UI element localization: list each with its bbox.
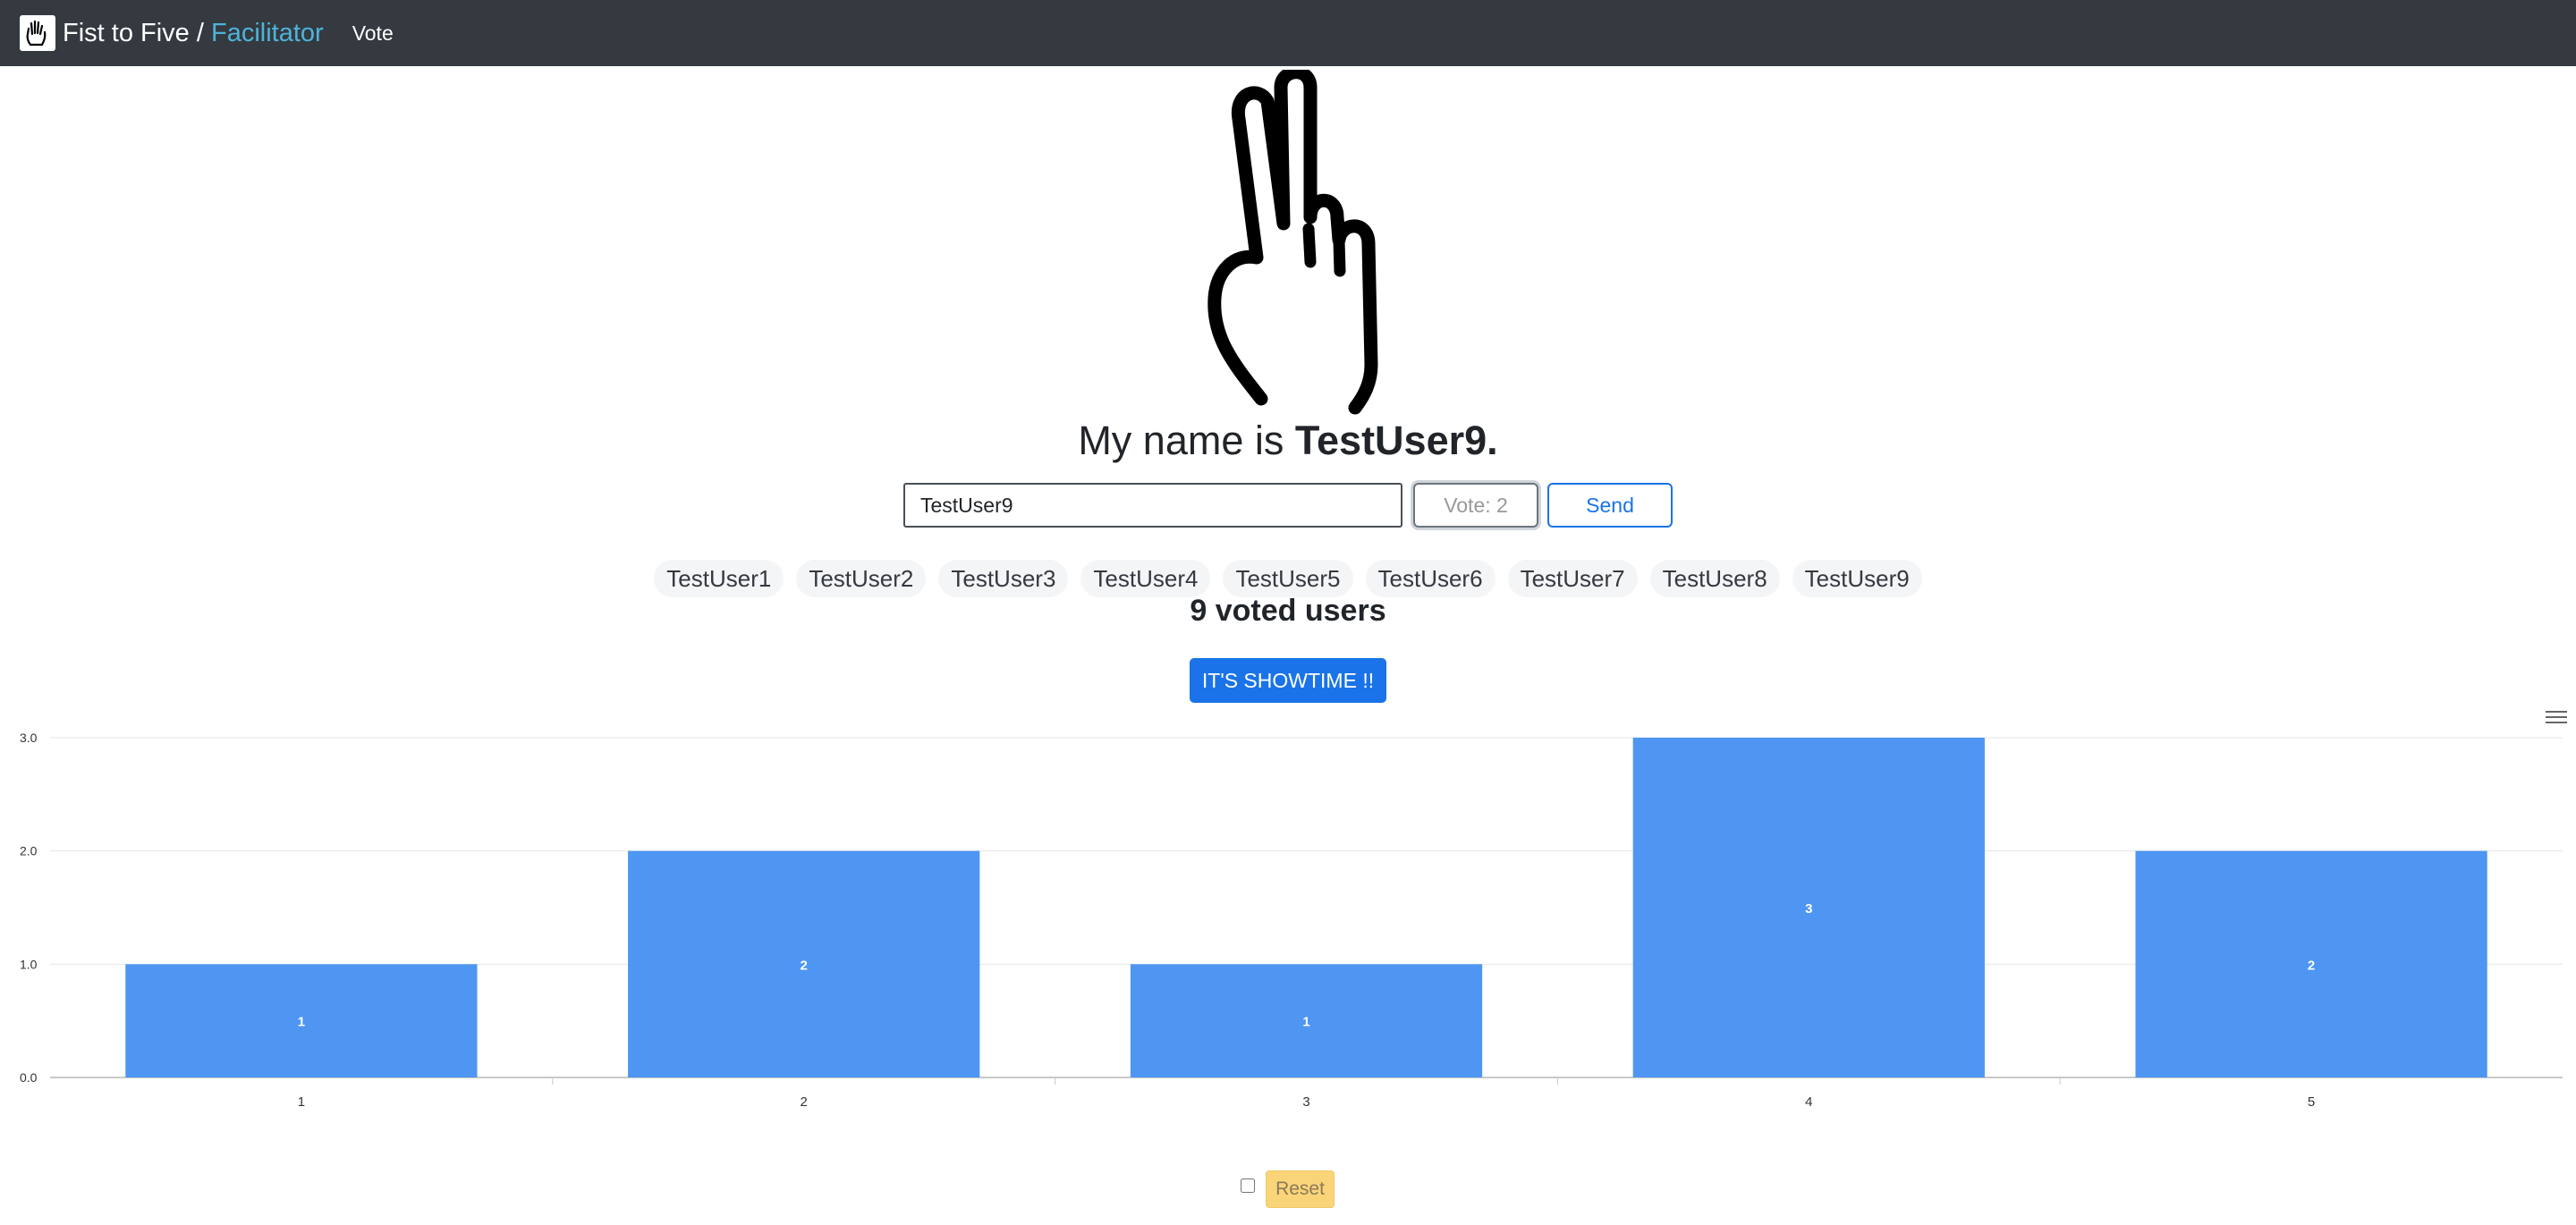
- bar-data-label: 3: [1805, 901, 1812, 917]
- voted-count: 9 voted users: [1190, 594, 1386, 628]
- x-tick-label: 1: [298, 1094, 305, 1110]
- send-button[interactable]: Send: [1547, 483, 1673, 528]
- name-input[interactable]: [903, 483, 1402, 528]
- voted-users-list: TestUser1 TestUser2 TestUser3 TestUser4 …: [0, 560, 2576, 597]
- bar-data-label: 2: [2308, 958, 2315, 973]
- y-tick-label: 3.0: [20, 731, 38, 745]
- vote-bar-chart: 0.0 1.0 2.0 3.0 1 1 2 2 1 3 3 4 2 5: [20, 731, 2563, 1110]
- x-tick-label: 2: [801, 1094, 808, 1110]
- title-prefix: My name is: [1078, 418, 1295, 463]
- brand-prefix: Fist to Five /: [63, 18, 211, 47]
- y-tick-label: 2.0: [20, 844, 38, 858]
- y-tick-label: 1.0: [20, 957, 38, 971]
- x-tick-label: 3: [1302, 1094, 1309, 1110]
- bar-data-label: 1: [1302, 1015, 1309, 1030]
- user-chip: TestUser5: [1223, 560, 1353, 597]
- navbar: Fist to Five / Facilitator Vote: [0, 0, 2576, 66]
- reset-button[interactable]: Reset: [1266, 1170, 1335, 1208]
- bar-data-label: 2: [801, 958, 808, 973]
- title-suffix: .: [1487, 418, 1498, 463]
- user-chip: TestUser8: [1649, 560, 1780, 597]
- user-chip: TestUser7: [1507, 560, 1638, 597]
- user-chip: TestUser6: [1365, 560, 1496, 597]
- hand-logo-icon[interactable]: [20, 15, 55, 51]
- user-chip: TestUser2: [796, 560, 927, 597]
- showtime-button[interactable]: IT'S SHOWTIME !!: [1190, 658, 1386, 703]
- brand-accent: Facilitator: [210, 18, 324, 47]
- brand-title[interactable]: Fist to Five / Facilitator: [63, 19, 324, 48]
- user-chip: TestUser1: [654, 560, 784, 597]
- user-chip: TestUser4: [1080, 560, 1211, 597]
- nav-vote-link[interactable]: Vote: [352, 21, 394, 46]
- user-chip: TestUser3: [938, 560, 1069, 597]
- page-title: My name is TestUser9.: [0, 418, 2576, 463]
- bar-data-label: 1: [298, 1015, 305, 1030]
- vote-input[interactable]: [1413, 483, 1538, 528]
- title-name: TestUser9: [1294, 418, 1487, 463]
- user-chip: TestUser9: [1792, 560, 1922, 597]
- two-fingers-hand-icon: [1208, 70, 1378, 415]
- y-tick-label: 0.0: [20, 1070, 38, 1085]
- x-tick-label: 4: [1805, 1094, 1812, 1110]
- reset-checkbox[interactable]: [1241, 1179, 1255, 1193]
- x-tick-label: 5: [2308, 1094, 2315, 1110]
